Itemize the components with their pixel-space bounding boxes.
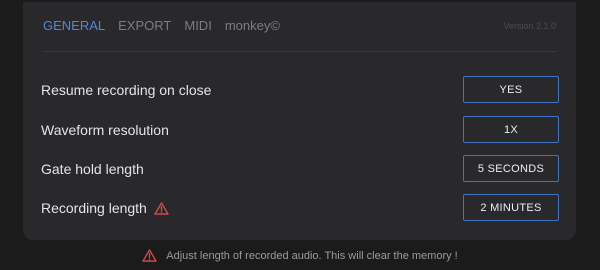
resume-recording-button[interactable]: YES (463, 76, 559, 103)
setting-row-waveform-resolution: Waveform resolution 1X (41, 116, 559, 144)
setting-label-text: Waveform resolution (41, 122, 169, 138)
setting-row-resume-recording: Resume recording on close YES (41, 76, 559, 104)
setting-label: Gate hold length (41, 161, 144, 177)
settings-panel: GENERAL EXPORT MIDI monkey© Version 2.1.… (23, 2, 576, 240)
tab-midi[interactable]: MIDI (184, 18, 211, 33)
setting-row-recording-length: Recording length 2 MINUTES (41, 194, 559, 222)
setting-label: Waveform resolution (41, 122, 169, 138)
setting-label-text: Resume recording on close (41, 82, 212, 98)
footer-message: Adjust length of recorded audio. This wi… (166, 249, 458, 262)
divider (43, 51, 556, 52)
setting-label: Resume recording on close (41, 82, 211, 98)
setting-label-text: Recording length (41, 200, 147, 216)
setting-row-gate-hold-length: Gate hold length 5 SECONDS (41, 155, 559, 183)
version-label: Version 2.1.0 (503, 21, 556, 31)
tab-export[interactable]: EXPORT (118, 18, 171, 33)
tab-bar: GENERAL EXPORT MIDI monkey© (43, 18, 293, 33)
tab-general[interactable]: GENERAL (43, 18, 105, 33)
setting-label: Recording length (41, 200, 169, 216)
tab-monkey[interactable]: monkey© (225, 18, 280, 33)
recording-length-button[interactable]: 2 MINUTES (463, 194, 559, 221)
waveform-resolution-button[interactable]: 1X (463, 116, 559, 143)
warning-triangle-icon[interactable] (154, 201, 169, 215)
footer-hint: Adjust length of recorded audio. This wi… (0, 249, 600, 262)
warning-triangle-icon (142, 249, 157, 262)
setting-label-text: Gate hold length (41, 161, 144, 177)
gate-hold-length-button[interactable]: 5 SECONDS (463, 155, 559, 182)
